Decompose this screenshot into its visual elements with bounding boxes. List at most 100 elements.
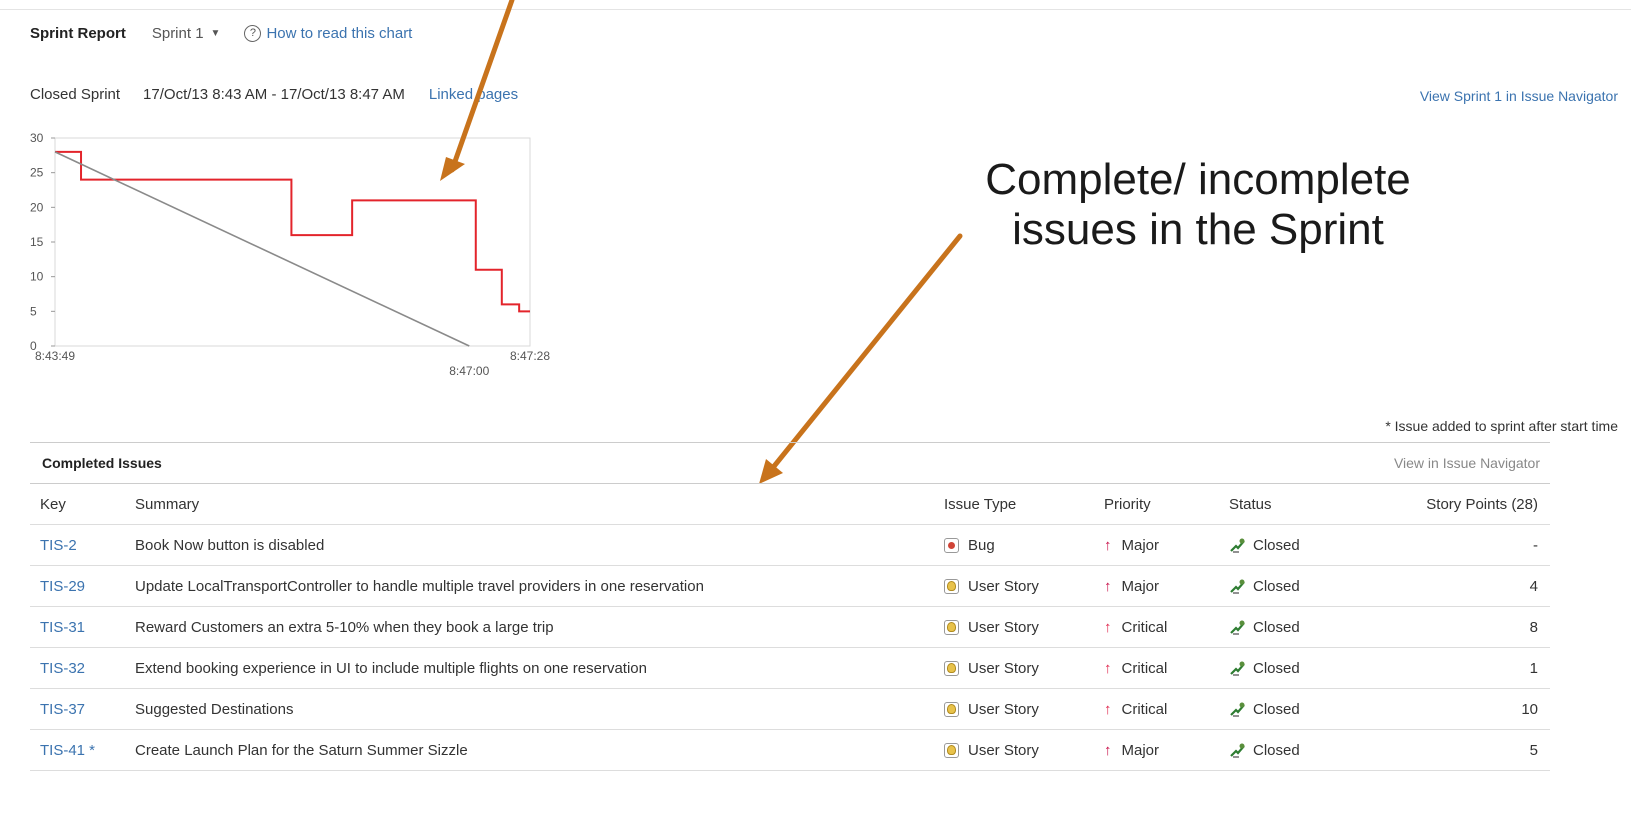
annotation-line-2: issues in the Sprint xyxy=(1012,205,1384,254)
issue-key-link[interactable]: TIS-31 xyxy=(40,619,85,636)
report-header: Sprint Report Sprint 1 ▼ ? How to read t… xyxy=(30,22,412,44)
column-header-priority[interactable]: Priority xyxy=(1104,496,1229,513)
y-tick-label: 20 xyxy=(30,200,44,214)
closed-status-icon xyxy=(1230,702,1245,717)
sprint-select[interactable]: Sprint 1 ▼ xyxy=(152,25,221,42)
help-link[interactable]: ? How to read this chart xyxy=(244,24,413,42)
status-cell: Closed xyxy=(1229,660,1349,677)
priority-arrow-up-icon: ↑ xyxy=(1104,659,1112,677)
x-tick-label: 8:47:00 xyxy=(449,364,489,378)
table-row[interactable]: TIS-29 Update LocalTransportController t… xyxy=(30,566,1550,607)
issue-key-link[interactable]: TIS-32 xyxy=(40,660,85,677)
priority-label: Major xyxy=(1121,536,1160,554)
question-circle-icon: ? xyxy=(244,24,262,42)
status-cell: Closed xyxy=(1229,537,1349,554)
remaining-values-line xyxy=(55,150,530,313)
user-story-icon xyxy=(944,701,959,717)
issue-type-cell: User Story xyxy=(944,742,1104,759)
completed-issues-section: Completed Issues View in Issue Navigator… xyxy=(30,442,1550,771)
page-top-border xyxy=(0,0,1631,10)
completed-issues-header: Completed Issues View in Issue Navigator xyxy=(30,442,1550,484)
issue-type-label: User Story xyxy=(968,741,1039,759)
issue-type-cell: Bug xyxy=(944,537,1104,554)
y-tick-label: 5 xyxy=(30,304,37,318)
sprint-info: Closed Sprint 17/Oct/13 8:43 AM - 17/Oct… xyxy=(30,86,518,103)
status-label: Closed xyxy=(1253,659,1300,677)
issue-summary: Extend booking experience in UI to inclu… xyxy=(135,659,647,677)
priority-cell: ↑ Major xyxy=(1104,537,1229,554)
issue-summary: Update LocalTransportController to handl… xyxy=(135,577,704,595)
table-row[interactable]: TIS-32 Extend booking experience in UI t… xyxy=(30,648,1550,689)
column-header-issue-type[interactable]: Issue Type xyxy=(944,496,1104,513)
status-cell: Closed xyxy=(1229,742,1349,759)
status-cell: Closed xyxy=(1229,701,1349,718)
closed-status-icon xyxy=(1230,743,1245,758)
view-sprint-in-navigator-link[interactable]: View Sprint 1 in Issue Navigator xyxy=(1420,88,1618,104)
annotation-line-1: Complete/ incomplete xyxy=(985,155,1411,204)
completed-issues-title: Completed Issues xyxy=(42,455,162,471)
chevron-down-icon: ▼ xyxy=(210,27,221,39)
column-header-status[interactable]: Status xyxy=(1229,496,1349,513)
table-row[interactable]: TIS-31 Reward Customers an extra 5-10% w… xyxy=(30,607,1550,648)
issue-summary: Create Launch Plan for the Saturn Summer… xyxy=(135,741,468,759)
bug-icon xyxy=(944,537,959,553)
issue-summary: Book Now button is disabled xyxy=(135,536,325,554)
issue-summary: Suggested Destinations xyxy=(135,700,294,718)
sprint-state: Closed Sprint xyxy=(30,86,121,103)
issue-key-link[interactable]: TIS-37 xyxy=(40,701,85,718)
priority-label: Critical xyxy=(1121,659,1168,677)
priority-cell: ↑ Critical xyxy=(1104,660,1229,677)
priority-cell: ↑ Major xyxy=(1104,578,1229,595)
priority-arrow-up-icon: ↑ xyxy=(1104,700,1112,718)
table-row[interactable]: TIS-41 * Create Launch Plan for the Satu… xyxy=(30,730,1550,771)
status-label: Closed xyxy=(1253,536,1300,554)
column-header-key[interactable]: Key xyxy=(30,496,135,513)
issue-type-label: Bug xyxy=(968,536,995,554)
priority-arrow-up-icon: ↑ xyxy=(1104,741,1112,759)
y-tick-label: 15 xyxy=(30,235,44,249)
closed-status-icon xyxy=(1230,661,1245,676)
priority-label: Critical xyxy=(1121,700,1168,718)
issue-type-cell: User Story xyxy=(944,660,1104,677)
y-tick-label: 10 xyxy=(30,270,44,284)
story-points-value: 1 xyxy=(1529,659,1538,677)
user-story-icon xyxy=(944,742,959,758)
closed-status-icon xyxy=(1230,538,1245,553)
table-header-row: Key Summary Issue Type Priority Status S… xyxy=(30,484,1550,525)
status-label: Closed xyxy=(1253,577,1300,595)
view-in-navigator-link[interactable]: View in Issue Navigator xyxy=(1394,455,1540,471)
issue-summary: Reward Customers an extra 5-10% when the… xyxy=(135,618,554,636)
closed-status-icon xyxy=(1230,620,1245,635)
priority-label: Major xyxy=(1121,741,1160,759)
story-points-value: 4 xyxy=(1529,577,1538,595)
help-link-label: How to read this chart xyxy=(266,24,413,42)
issue-type-label: User Story xyxy=(968,577,1039,595)
x-tick-label: 8:47:28 xyxy=(510,349,550,363)
status-cell: Closed xyxy=(1229,578,1349,595)
chart-plot-frame xyxy=(54,137,531,347)
burndown-chart: 0510152025308:43:498:47:008:47:28 xyxy=(30,131,550,378)
report-title: Sprint Report xyxy=(30,24,126,42)
table-row[interactable]: TIS-37 Suggested Destinations User Story… xyxy=(30,689,1550,730)
story-points-value: 8 xyxy=(1529,618,1538,636)
story-points-value: 10 xyxy=(1521,700,1538,718)
issue-type-cell: User Story xyxy=(944,578,1104,595)
table-row[interactable]: TIS-2 Book Now button is disabled Bug ↑ … xyxy=(30,525,1550,566)
column-header-story-points[interactable]: Story Points (28) xyxy=(1349,496,1550,513)
priority-arrow-up-icon: ↑ xyxy=(1104,618,1112,636)
guideline-line xyxy=(54,151,470,347)
column-header-summary[interactable]: Summary xyxy=(135,496,944,513)
user-story-icon xyxy=(944,578,959,594)
linked-pages-link[interactable]: Linked pages xyxy=(429,86,518,103)
issue-type-label: User Story xyxy=(968,700,1039,718)
user-story-icon xyxy=(944,619,959,635)
user-story-icon xyxy=(944,660,959,676)
issue-type-label: User Story xyxy=(968,618,1039,636)
priority-label: Major xyxy=(1121,577,1160,595)
issue-key-link[interactable]: TIS-41 * xyxy=(40,742,95,759)
issue-key-link[interactable]: TIS-29 xyxy=(40,578,85,595)
issue-key-link[interactable]: TIS-2 xyxy=(40,537,77,554)
status-cell: Closed xyxy=(1229,619,1349,636)
status-label: Closed xyxy=(1253,618,1300,636)
priority-label: Critical xyxy=(1121,618,1168,636)
